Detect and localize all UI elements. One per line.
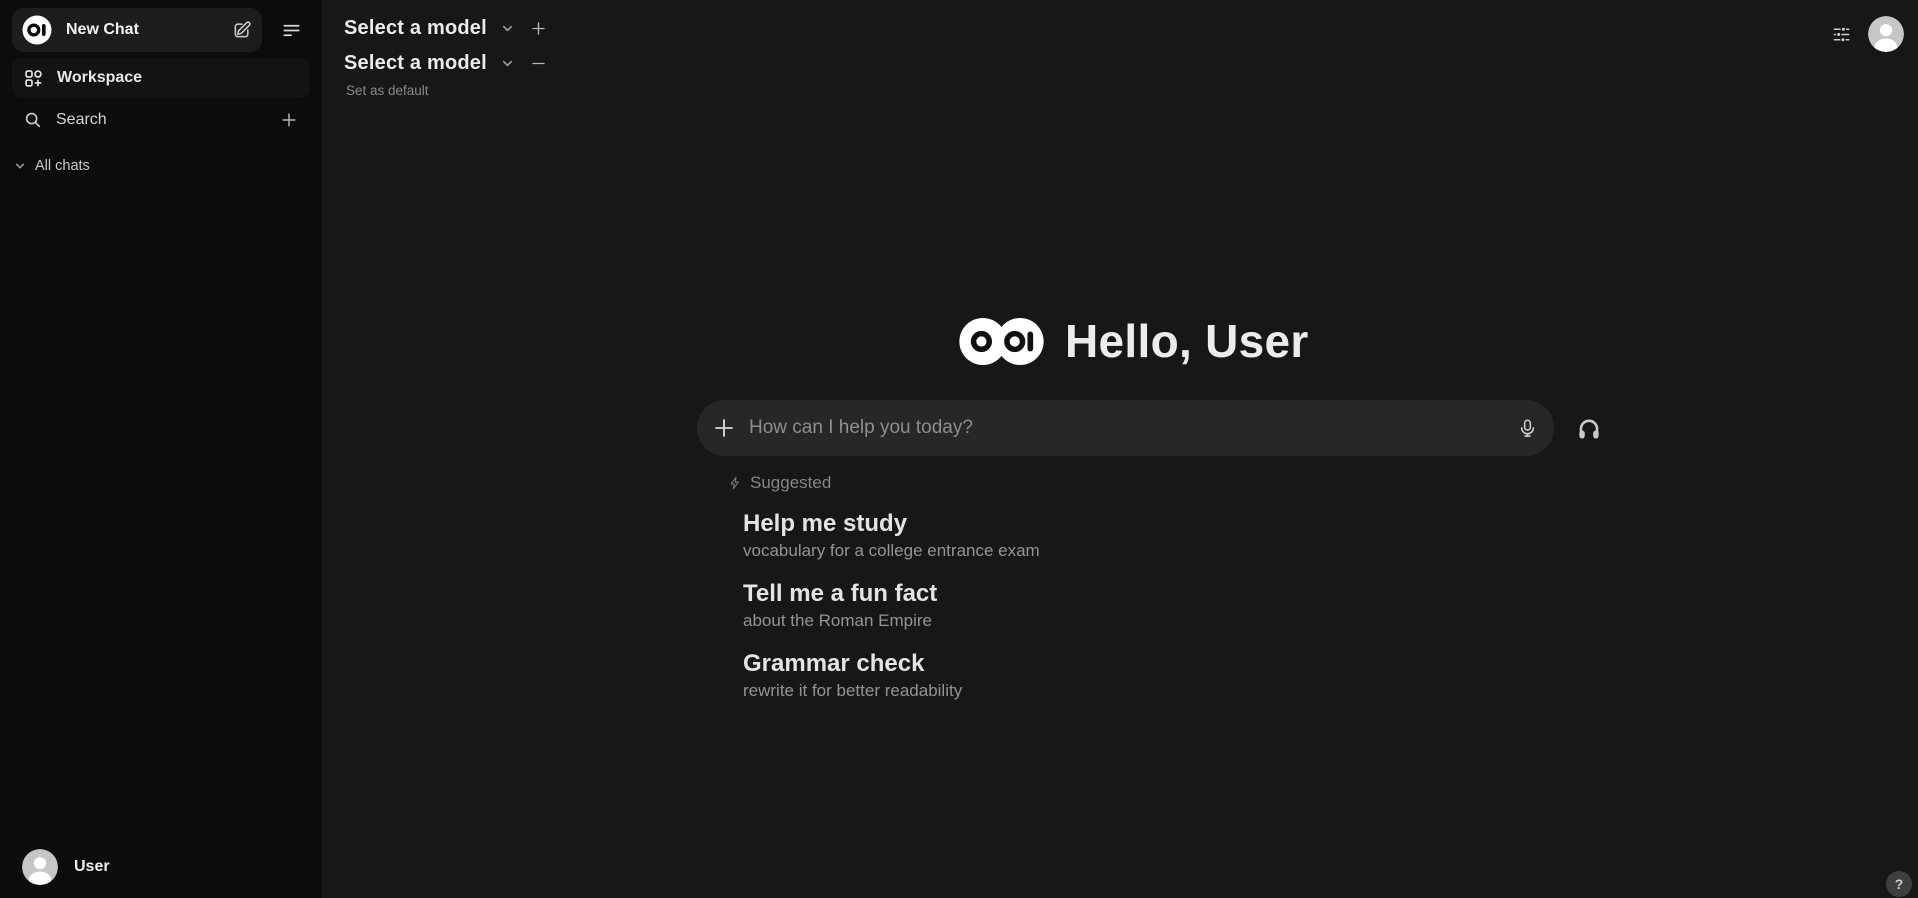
suggestion-item[interactable]: Grammar check rewrite it for better read… (743, 649, 1503, 703)
app-window: New Chat (0, 0, 1918, 898)
model-selector-2[interactable]: Select a model (344, 47, 552, 79)
greeting-text: Hello, User (1065, 314, 1309, 368)
new-chat-button[interactable]: New Chat (12, 8, 262, 52)
all-chats-toggle[interactable]: All chats (14, 150, 90, 182)
chevron-down-icon (501, 22, 514, 35)
new-chat-label: New Chat (66, 21, 218, 39)
remove-model-button[interactable] (526, 50, 552, 76)
suggestion-subtitle: about the Roman Empire (743, 609, 1503, 633)
search-label: Search (56, 111, 266, 129)
sliders-icon (1832, 25, 1851, 44)
set-as-default-button[interactable]: Set as default (346, 83, 429, 98)
suggestion-subtitle: rewrite it for better readability (743, 679, 1503, 703)
user-menu-button[interactable]: User (12, 846, 310, 888)
openwebui-logo-icon (22, 15, 52, 45)
chat-controls-button[interactable] (1824, 17, 1858, 51)
suggestion-title: Tell me a fun fact (743, 579, 1503, 609)
all-chats-label: All chats (35, 158, 90, 174)
suggestion-item[interactable]: Help me study vocabulary for a college e… (743, 509, 1503, 563)
message-input[interactable] (747, 416, 1505, 440)
chevron-down-icon (501, 57, 514, 70)
greeting-row: Hello, User (958, 314, 1309, 368)
call-mode-button[interactable] (1570, 410, 1608, 448)
attach-plus-icon[interactable] (713, 417, 735, 439)
model-selector-2-label: Select a model (344, 52, 487, 75)
help-button[interactable]: ? (1886, 871, 1912, 897)
message-input-bar[interactable] (697, 400, 1554, 456)
sidebar: New Chat (0, 0, 322, 898)
suggested-label: Suggested (750, 473, 831, 493)
sidebar-item-workspace[interactable]: Workspace (12, 58, 310, 98)
headphones-icon (1576, 416, 1602, 442)
sidebar-item-search[interactable]: Search (12, 100, 310, 140)
workspace-label: Workspace (57, 69, 142, 87)
chevron-down-icon (14, 160, 26, 172)
microphone-icon[interactable] (1517, 418, 1538, 439)
suggestion-list: Help me study vocabulary for a college e… (743, 509, 1503, 719)
profile-avatar[interactable] (1868, 16, 1904, 52)
topbar-right-controls (1824, 0, 1918, 68)
add-model-button[interactable] (526, 15, 552, 41)
squares-plus-icon (24, 69, 43, 88)
openwebui-logo-large-icon (958, 317, 1045, 366)
new-folder-plus-icon[interactable] (280, 111, 298, 129)
bolt-icon (728, 476, 742, 490)
toggle-sidebar-button[interactable] (274, 13, 308, 47)
suggestion-subtitle: vocabulary for a college entrance exam (743, 539, 1503, 563)
suggestion-title: Help me study (743, 509, 1503, 539)
model-selector-1-label: Select a model (344, 17, 487, 40)
search-icon (24, 111, 42, 129)
model-selector-1[interactable]: Select a model (344, 12, 552, 44)
suggested-header: Suggested (728, 473, 831, 493)
user-avatar (22, 849, 58, 885)
user-name-label: User (74, 858, 110, 876)
suggestion-item[interactable]: Tell me a fun fact about the Roman Empir… (743, 579, 1503, 633)
hamburger-icon (282, 21, 301, 40)
suggestion-title: Grammar check (743, 649, 1503, 679)
pencil-square-icon[interactable] (232, 20, 252, 40)
